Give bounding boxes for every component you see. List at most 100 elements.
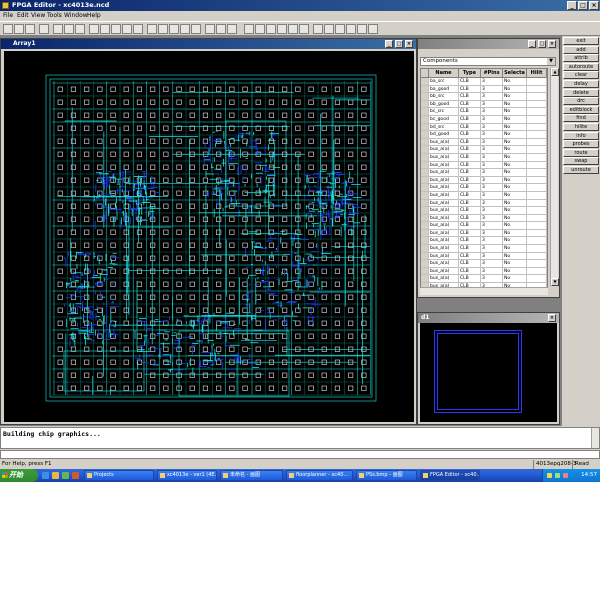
table-row[interactable]: bus_a(a)CLB3No [421, 169, 547, 177]
list-view-icon[interactable] [111, 24, 121, 34]
table-row[interactable]: ba_good CLB 3 No [421, 85, 547, 94]
hilite-yellow-icon[interactable] [313, 24, 323, 34]
table-row[interactable]: bc_good CLB 3 No [421, 115, 547, 124]
table-row[interactable]: bus_a(a)CLB3No [421, 138, 547, 147]
pins-icon[interactable] [299, 24, 309, 34]
copy-icon[interactable] [64, 24, 74, 34]
chip-layout-graphic[interactable] [4, 51, 414, 422]
table-row[interactable]: bus_a(a)CLB3No [421, 161, 547, 170]
save-icon[interactable] [25, 24, 35, 34]
zoom-in-icon[interactable] [147, 24, 157, 34]
cmd-editblock-button[interactable]: editblock [563, 105, 599, 114]
pan-up-icon[interactable] [266, 24, 276, 34]
array-view-icon[interactable] [100, 24, 110, 34]
desktop-icon[interactable] [72, 472, 79, 479]
world-canvas[interactable] [420, 323, 557, 422]
maximize-button[interactable]: □ [578, 1, 588, 10]
list-close-button[interactable]: × [548, 40, 556, 48]
cmd-delete-button[interactable]: delete [563, 88, 599, 97]
table-row[interactable]: ba_src CLB 3 No [421, 78, 547, 86]
paste-icon[interactable] [75, 24, 85, 34]
tray-icon[interactable] [547, 473, 552, 478]
cmd-drc-button[interactable]: drc [563, 97, 599, 106]
media-icon[interactable] [62, 472, 69, 479]
layer3-icon[interactable] [227, 24, 237, 34]
table-row[interactable]: bus_a(a)CLB3No [421, 176, 547, 185]
cmd-swap-button[interactable]: swap [563, 157, 599, 166]
menu-tools[interactable]: Tools [47, 12, 62, 20]
array-close-button[interactable]: × [405, 40, 413, 48]
list-horizontal-scrollbar[interactable] [420, 287, 548, 295]
console-scrollbar[interactable] [591, 428, 599, 448]
array-window-titlebar[interactable]: Array1 _ □ × [1, 39, 416, 49]
table-row[interactable]: bus_a(a)CLB3No [421, 275, 547, 284]
world-view-icon[interactable] [122, 24, 132, 34]
cmd-clear-button[interactable]: clear [563, 71, 599, 80]
column-header[interactable]: Type [459, 69, 481, 78]
layer-icon[interactable] [205, 24, 215, 34]
world-window-titlebar[interactable]: d1 × [418, 313, 559, 323]
title-bar[interactable]: FPGA Editor - xc4013e.ncd _ □ × [0, 0, 600, 11]
command-input[interactable] [0, 450, 600, 459]
table-row[interactable]: bus_a(a)CLB3No [421, 260, 547, 268]
chevron-down-icon[interactable]: ▼ [547, 58, 555, 65]
hilite-comp-icon[interactable] [335, 24, 345, 34]
table-row[interactable]: bus_a(a)CLB3No [421, 153, 547, 162]
array-canvas[interactable] [4, 51, 414, 422]
pan-right-icon[interactable] [255, 24, 265, 34]
cmd-attrib-button[interactable]: attrib [563, 54, 599, 63]
window-layout-icon[interactable] [89, 24, 99, 34]
routing-icon[interactable] [288, 24, 298, 34]
zoom-out-icon[interactable] [158, 24, 168, 34]
print-icon[interactable] [39, 24, 49, 34]
cmd-delay-button[interactable]: delay [563, 80, 599, 88]
table-row[interactable]: bus_a(a)CLB3No [421, 146, 547, 154]
cmd-autoroute-button[interactable]: autoroute [563, 62, 599, 71]
list-window-titlebar[interactable]: _ □ × [418, 39, 559, 49]
cmd-info-button[interactable]: info [563, 131, 599, 140]
cmd-probes-button[interactable]: probes [563, 140, 599, 149]
scroll-up-arrow[interactable]: ▲ [551, 68, 559, 76]
hilite-net-icon[interactable] [324, 24, 334, 34]
column-header[interactable]: Selecta [503, 69, 527, 78]
cmd-route-button[interactable]: route [563, 148, 599, 157]
taskbar-button[interactable]: PSs.bmp - 画图 [356, 470, 417, 481]
list-vertical-scrollbar[interactable]: ▲ ▼ [550, 68, 559, 286]
column-header[interactable]: Name [429, 69, 459, 78]
column-header[interactable]: Hilit [527, 69, 547, 78]
cmd-exit-button[interactable]: exit [563, 37, 599, 45]
taskbar-button[interactable]: 未命名 - 画图 [220, 470, 283, 481]
text-icon[interactable] [357, 24, 367, 34]
menu-edit[interactable]: Edit [17, 12, 29, 20]
taskbar-button[interactable]: floorplanner - xc40... [286, 470, 353, 481]
taskbar-button[interactable]: Projects [84, 470, 154, 481]
table-row[interactable]: bus_a(a)CLB3No [421, 214, 547, 223]
list-filter-select[interactable]: Components ▼ [420, 57, 556, 66]
block-view-icon[interactable] [133, 24, 143, 34]
array-maximize-button[interactable]: □ [395, 40, 403, 48]
menu-window[interactable]: Window [64, 12, 88, 20]
new-icon[interactable] [3, 24, 13, 34]
table-row[interactable]: bus_a(a)CLB3No [421, 229, 547, 238]
close-button[interactable]: × [589, 1, 599, 10]
pan-down-icon[interactable] [277, 24, 287, 34]
tray-icon[interactable] [555, 473, 560, 478]
help-icon[interactable] [368, 24, 378, 34]
table-row[interactable]: bd_good CLB 3 No [421, 131, 547, 139]
table-row[interactable]: bus_a(a)CLB3No [421, 199, 547, 208]
redraw-icon[interactable] [191, 24, 201, 34]
table-row[interactable]: bd_src CLB 3 No [421, 123, 547, 132]
cut-icon[interactable] [53, 24, 63, 34]
table-row[interactable]: bus_a(a)CLB3No [421, 222, 547, 230]
layer2-icon[interactable] [216, 24, 226, 34]
table-row[interactable]: bus_a(a)CLB3No [421, 252, 547, 261]
menu-view[interactable]: View [31, 12, 45, 20]
rats-nest-icon[interactable] [346, 24, 356, 34]
world-close-button[interactable]: × [548, 314, 556, 322]
cmd-hilite-button[interactable]: hilite [563, 123, 599, 131]
view-rectangle[interactable] [437, 333, 519, 410]
table-row[interactable]: bus_a(a)CLB3No [421, 191, 547, 200]
table-row[interactable]: bb_src CLB 3 No [421, 93, 547, 101]
ie-icon[interactable] [42, 472, 49, 479]
folder-icon[interactable] [52, 472, 59, 479]
